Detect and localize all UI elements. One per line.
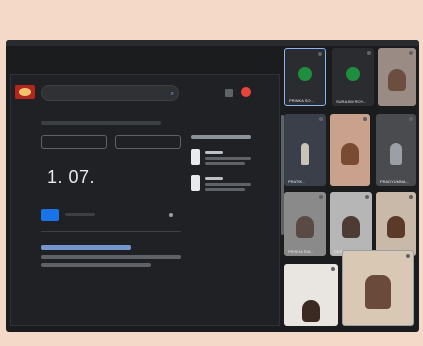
participant-tile[interactable] — [378, 48, 416, 106]
participant-tile[interactable] — [376, 192, 416, 256]
participant-video — [387, 216, 405, 239]
participant-tile[interactable]: SURAJIM ROY... — [332, 48, 374, 106]
side-card-text — [205, 162, 245, 165]
participant-avatar — [346, 67, 360, 82]
apps-grid-icon[interactable] — [225, 89, 233, 97]
more-options-icon[interactable] — [169, 213, 173, 217]
result-snippet-line — [41, 255, 181, 259]
participant-tile[interactable]: PRADYUMNA... — [376, 114, 416, 186]
mic-icon — [409, 195, 413, 199]
mic-icon — [319, 117, 323, 121]
side-card-title — [205, 177, 223, 180]
converter-units — [41, 135, 181, 149]
browser-logo-icon — [15, 85, 35, 99]
screen-share: ⌕ 1. 07. — [10, 74, 284, 326]
unit-to-select[interactable] — [115, 135, 181, 149]
converter-input-line[interactable] — [65, 213, 95, 216]
mic-icon — [331, 267, 335, 271]
participant-video — [296, 216, 314, 239]
side-card[interactable] — [191, 175, 261, 193]
divider — [41, 231, 181, 232]
photo-frame: ⌕ 1. 07. PRINKA SO... SURAJIM ROY... PRA… — [0, 0, 423, 346]
converter-result-value: 1. 07. — [47, 167, 96, 187]
logo-mark-icon — [19, 88, 31, 96]
side-card-text — [205, 183, 251, 186]
participant-tile[interactable]: PRATIK... — [284, 114, 326, 186]
mic-icon — [318, 52, 322, 56]
participant-video — [341, 142, 359, 165]
participant-tile[interactable]: PRINKA SO... — [284, 48, 326, 106]
participant-tile[interactable] — [284, 264, 338, 326]
top-bar — [6, 40, 419, 46]
search-icon[interactable]: ⌕ — [171, 86, 174, 102]
participant-tile[interactable]: DEBARGHA... — [330, 192, 372, 256]
participant-tile[interactable] — [330, 114, 370, 186]
self-view-tile[interactable] — [342, 250, 414, 326]
mic-icon — [409, 117, 413, 121]
participant-name: PRINKA SO... — [289, 98, 314, 103]
converter-action-button[interactable] — [41, 209, 59, 221]
side-card-title — [205, 151, 223, 154]
result-link[interactable] — [41, 245, 131, 250]
side-card[interactable] — [191, 149, 261, 167]
result-snippet-line — [41, 263, 151, 267]
account-avatar[interactable] — [241, 87, 251, 97]
side-card-text — [205, 188, 245, 191]
participant-video — [302, 299, 320, 322]
participant-tile[interactable]: PRISHA SIN... — [284, 192, 326, 256]
mic-icon — [363, 117, 367, 121]
side-card-text — [205, 157, 251, 160]
participant-name: SURAJIM ROY... — [336, 99, 367, 104]
mic-icon — [367, 51, 371, 55]
mic-icon — [365, 195, 369, 199]
participant-video — [390, 142, 402, 165]
participant-avatar — [298, 67, 312, 82]
mic-icon — [409, 51, 413, 55]
self-video — [365, 274, 391, 309]
participant-video — [301, 142, 309, 165]
search-tabs — [41, 109, 231, 117]
unit-from-select[interactable] — [41, 135, 107, 149]
search-input[interactable]: ⌕ — [41, 85, 179, 101]
mic-icon — [406, 254, 410, 258]
converter-controls — [41, 209, 181, 221]
result-stats — [41, 121, 161, 125]
side-panel-title — [191, 135, 251, 139]
participant-name: PRATIK... — [288, 179, 306, 184]
participant-video — [388, 68, 406, 91]
side-card-thumbnail — [191, 149, 200, 165]
mic-icon — [319, 195, 323, 199]
participant-video — [342, 216, 360, 239]
participant-name: PRISHA SIN... — [288, 249, 314, 254]
meeting-screen: ⌕ 1. 07. PRINKA SO... SURAJIM ROY... PRA… — [6, 40, 419, 332]
participant-name: PRADYUMNA... — [380, 179, 409, 184]
side-card-thumbnail — [191, 175, 200, 191]
